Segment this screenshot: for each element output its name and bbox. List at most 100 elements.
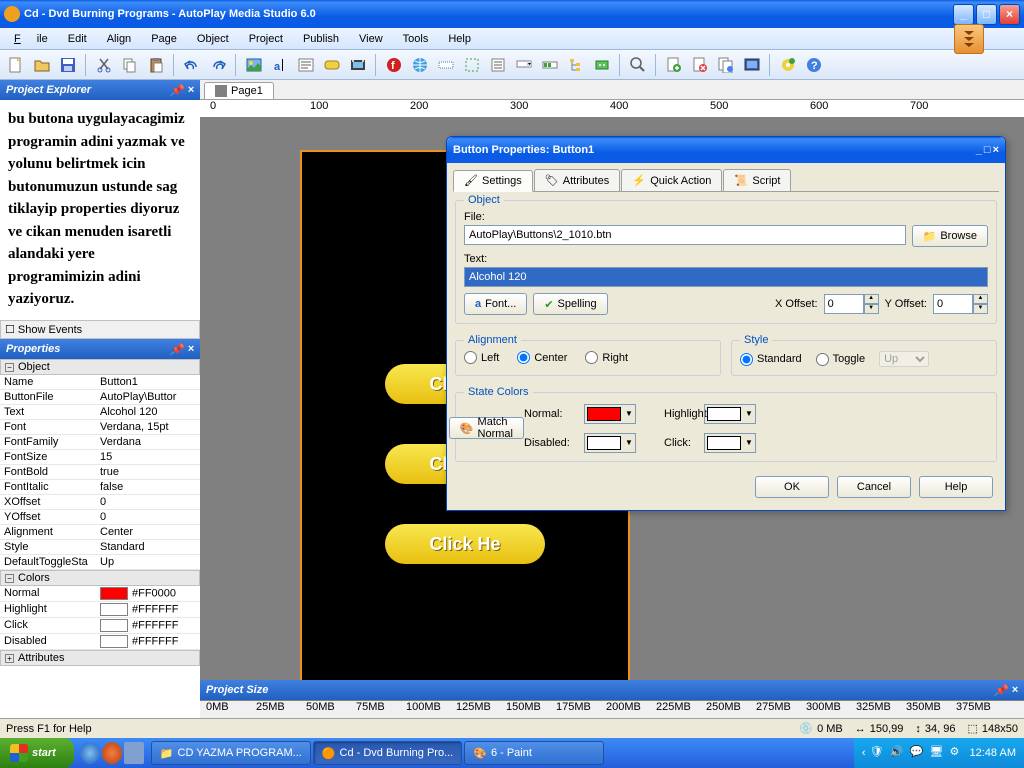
menu-file[interactable]: File (6, 31, 56, 47)
properties-grid[interactable]: −Object NameButton1 ButtonFileAutoPlay\B… (0, 359, 200, 728)
zoom-icon[interactable] (626, 53, 650, 77)
undo-icon[interactable] (180, 53, 204, 77)
menu-align[interactable]: Align (99, 31, 139, 47)
image-icon[interactable] (242, 53, 266, 77)
menu-help[interactable]: Help (440, 31, 479, 47)
add-page-icon[interactable] (662, 53, 686, 77)
disabled-color-picker[interactable]: ▼ (584, 433, 636, 453)
menu-project[interactable]: Project (241, 31, 291, 47)
menu-tools[interactable]: Tools (395, 31, 437, 47)
match-normal-button[interactable]: 🎨Match Normal (449, 417, 524, 439)
desktop-icon[interactable] (124, 742, 144, 764)
video-icon[interactable] (346, 53, 370, 77)
text-input[interactable] (464, 267, 988, 287)
web-icon[interactable] (408, 53, 432, 77)
flash-icon[interactable]: f (382, 53, 406, 77)
yoffset-spinner[interactable]: ▲▼ (933, 294, 988, 314)
menu-object[interactable]: Object (189, 31, 237, 47)
help-icon[interactable]: ? (802, 53, 826, 77)
panel-close-icon[interactable]: × (188, 84, 194, 96)
panel-close-icon[interactable]: × (188, 343, 194, 355)
paragraph-icon[interactable] (294, 53, 318, 77)
cancel-button[interactable]: Cancel (837, 476, 911, 498)
ie-icon[interactable] (80, 742, 100, 764)
clock[interactable]: 12:48 AM (970, 747, 1016, 759)
xoffset-spinner[interactable]: ▲▼ (824, 294, 879, 314)
align-center-radio[interactable]: Center (517, 351, 567, 364)
start-button[interactable]: start (0, 738, 74, 768)
text-icon[interactable]: a (268, 53, 292, 77)
tab-page1[interactable]: Page1 (204, 82, 274, 99)
tree-icon[interactable] (564, 53, 588, 77)
taskbar-item[interactable]: 📁CD YAZMA PROGRAM... (151, 741, 311, 765)
help-button[interactable]: Help (919, 476, 993, 498)
properties-group-object[interactable]: −Object (0, 359, 200, 375)
dialog-titlebar[interactable]: Button Properties: Button1 _ □ × (447, 137, 1005, 163)
progress-icon[interactable] (538, 53, 562, 77)
pin-icon[interactable]: 📌 (170, 343, 184, 356)
menu-edit[interactable]: Edit (60, 31, 95, 47)
new-icon[interactable] (4, 53, 28, 77)
highlight-color-picker[interactable]: ▼ (704, 404, 756, 424)
tray-icon[interactable]: 🔊 (890, 745, 906, 761)
input-icon[interactable] (434, 53, 458, 77)
tray-icon[interactable]: 🛡 (870, 745, 886, 761)
close-button[interactable]: × (999, 4, 1020, 25)
style-toggle-radio[interactable]: Toggle (816, 353, 865, 366)
canvas-button[interactable]: Click He (385, 524, 545, 564)
dialog-close-button[interactable]: × (993, 144, 999, 156)
file-input[interactable] (464, 225, 906, 245)
redo-icon[interactable] (206, 53, 230, 77)
dialog-maximize-button[interactable]: □ (984, 144, 991, 156)
listbox-icon[interactable] (486, 53, 510, 77)
browse-button[interactable]: 📁Browse (912, 225, 988, 247)
align-right-radio[interactable]: Right (585, 351, 628, 364)
plugin-icon[interactable] (590, 53, 614, 77)
maximize-button[interactable]: □ (976, 4, 997, 25)
properties-group-attributes[interactable]: +Attributes (0, 650, 200, 666)
remove-page-icon[interactable] (688, 53, 712, 77)
system-tray[interactable]: ‹ 🛡 🔊 💬 🖥 ⚙ 12:48 AM (854, 738, 1024, 768)
build-icon[interactable] (776, 53, 800, 77)
cut-icon[interactable] (92, 53, 116, 77)
menu-page[interactable]: Page (143, 31, 185, 47)
pin-icon[interactable]: 📌 (170, 84, 184, 97)
style-standard-radio[interactable]: Standard (740, 353, 802, 366)
tab-script[interactable]: 📜Script (723, 169, 791, 191)
paste-icon[interactable] (144, 53, 168, 77)
download-indicator-icon[interactable] (954, 24, 984, 54)
tray-icon[interactable]: 💬 (910, 745, 926, 761)
properties-group-colors[interactable]: −Colors (0, 570, 200, 586)
tray-icon[interactable]: 🖥 (930, 745, 946, 761)
normal-color-picker[interactable]: ▼ (584, 404, 636, 424)
svg-text:a: a (274, 61, 281, 73)
tab-attributes[interactable]: 🏷Attributes (534, 169, 620, 191)
save-icon[interactable] (56, 53, 80, 77)
tray-expand-icon[interactable]: ‹ (862, 747, 866, 759)
show-events-toggle[interactable]: ☐ Show Events (0, 320, 200, 339)
ok-button[interactable]: OK (755, 476, 829, 498)
combobox-icon[interactable] (512, 53, 536, 77)
duplicate-page-icon[interactable] (714, 53, 738, 77)
taskbar-item[interactable]: 🟠Cd - Dvd Burning Pro... (313, 741, 462, 765)
panel-close-icon[interactable]: × (1012, 684, 1018, 696)
menu-view[interactable]: View (351, 31, 391, 47)
preview-icon[interactable] (740, 53, 764, 77)
button-icon[interactable] (320, 53, 344, 77)
minimize-button[interactable]: _ (953, 4, 974, 25)
tab-settings[interactable]: 🖌Settings (453, 170, 533, 192)
hotspot-icon[interactable] (460, 53, 484, 77)
firefox-icon[interactable] (102, 742, 122, 764)
open-icon[interactable] (30, 53, 54, 77)
dialog-minimize-button[interactable]: _ (976, 144, 982, 156)
pin-icon[interactable]: 📌 (994, 684, 1008, 697)
copy-icon[interactable] (118, 53, 142, 77)
tray-icon[interactable]: ⚙ (950, 745, 966, 761)
align-left-radio[interactable]: Left (464, 351, 499, 364)
font-button[interactable]: aFont... (464, 293, 527, 315)
taskbar-item[interactable]: 🎨6 - Paint (464, 741, 604, 765)
spelling-button[interactable]: ✔Spelling (533, 293, 607, 315)
tab-quick-action[interactable]: ⚡Quick Action (621, 169, 722, 191)
click-color-picker[interactable]: ▼ (704, 433, 756, 453)
menu-publish[interactable]: Publish (295, 31, 347, 47)
